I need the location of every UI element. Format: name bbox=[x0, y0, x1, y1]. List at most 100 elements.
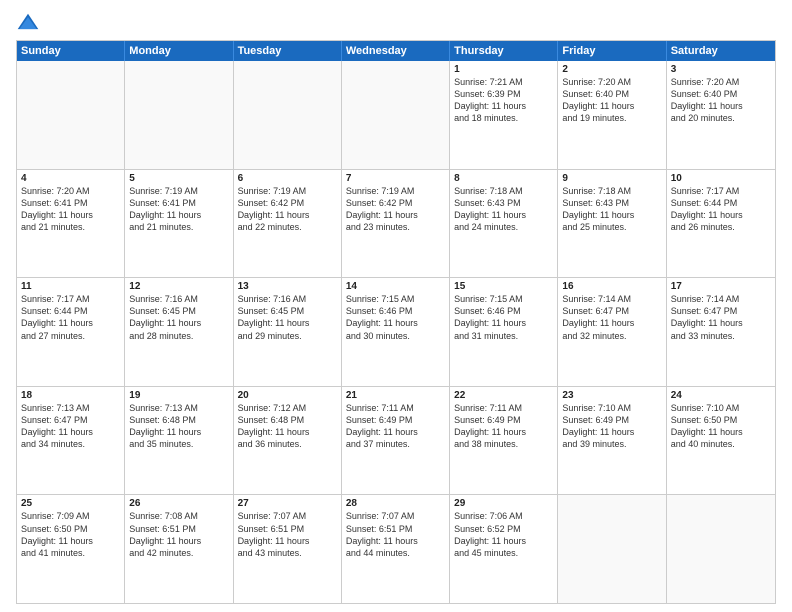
calendar-header: SundayMondayTuesdayWednesdayThursdayFrid… bbox=[17, 41, 775, 61]
cell-info: Sunrise: 7:08 AM Sunset: 6:51 PM Dayligh… bbox=[129, 510, 228, 559]
cell-info: Sunrise: 7:10 AM Sunset: 6:49 PM Dayligh… bbox=[562, 402, 661, 451]
calendar-cell: 8Sunrise: 7:18 AM Sunset: 6:43 PM Daylig… bbox=[450, 170, 558, 278]
day-number: 2 bbox=[562, 64, 661, 75]
cell-info: Sunrise: 7:07 AM Sunset: 6:51 PM Dayligh… bbox=[346, 510, 445, 559]
cell-info: Sunrise: 7:11 AM Sunset: 6:49 PM Dayligh… bbox=[454, 402, 553, 451]
calendar-cell bbox=[667, 495, 775, 603]
calendar-week: 25Sunrise: 7:09 AM Sunset: 6:50 PM Dayli… bbox=[17, 495, 775, 603]
cell-info: Sunrise: 7:18 AM Sunset: 6:43 PM Dayligh… bbox=[562, 185, 661, 234]
day-number: 7 bbox=[346, 173, 445, 184]
cell-info: Sunrise: 7:18 AM Sunset: 6:43 PM Dayligh… bbox=[454, 185, 553, 234]
calendar-cell: 24Sunrise: 7:10 AM Sunset: 6:50 PM Dayli… bbox=[667, 387, 775, 495]
day-number: 22 bbox=[454, 390, 553, 401]
cell-info: Sunrise: 7:20 AM Sunset: 6:40 PM Dayligh… bbox=[671, 76, 771, 125]
day-number: 6 bbox=[238, 173, 337, 184]
cell-info: Sunrise: 7:13 AM Sunset: 6:47 PM Dayligh… bbox=[21, 402, 120, 451]
calendar-cell: 23Sunrise: 7:10 AM Sunset: 6:49 PM Dayli… bbox=[558, 387, 666, 495]
calendar-cell: 4Sunrise: 7:20 AM Sunset: 6:41 PM Daylig… bbox=[17, 170, 125, 278]
calendar-cell: 11Sunrise: 7:17 AM Sunset: 6:44 PM Dayli… bbox=[17, 278, 125, 386]
cell-info: Sunrise: 7:10 AM Sunset: 6:50 PM Dayligh… bbox=[671, 402, 771, 451]
logo-icon bbox=[16, 12, 40, 36]
cell-info: Sunrise: 7:07 AM Sunset: 6:51 PM Dayligh… bbox=[238, 510, 337, 559]
calendar-cell: 21Sunrise: 7:11 AM Sunset: 6:49 PM Dayli… bbox=[342, 387, 450, 495]
day-number: 5 bbox=[129, 173, 228, 184]
calendar-cell bbox=[558, 495, 666, 603]
calendar-cell bbox=[17, 61, 125, 169]
calendar-cell: 16Sunrise: 7:14 AM Sunset: 6:47 PM Dayli… bbox=[558, 278, 666, 386]
calendar-cell: 22Sunrise: 7:11 AM Sunset: 6:49 PM Dayli… bbox=[450, 387, 558, 495]
calendar-body: 1Sunrise: 7:21 AM Sunset: 6:39 PM Daylig… bbox=[17, 61, 775, 603]
calendar-header-day: Thursday bbox=[450, 41, 558, 61]
header bbox=[16, 12, 776, 36]
calendar-cell: 18Sunrise: 7:13 AM Sunset: 6:47 PM Dayli… bbox=[17, 387, 125, 495]
day-number: 23 bbox=[562, 390, 661, 401]
calendar-cell: 29Sunrise: 7:06 AM Sunset: 6:52 PM Dayli… bbox=[450, 495, 558, 603]
day-number: 15 bbox=[454, 281, 553, 292]
calendar-cell bbox=[125, 61, 233, 169]
calendar-week: 11Sunrise: 7:17 AM Sunset: 6:44 PM Dayli… bbox=[17, 278, 775, 387]
logo bbox=[16, 12, 44, 36]
day-number: 24 bbox=[671, 390, 771, 401]
day-number: 25 bbox=[21, 498, 120, 509]
day-number: 18 bbox=[21, 390, 120, 401]
day-number: 26 bbox=[129, 498, 228, 509]
cell-info: Sunrise: 7:12 AM Sunset: 6:48 PM Dayligh… bbox=[238, 402, 337, 451]
calendar-cell: 13Sunrise: 7:16 AM Sunset: 6:45 PM Dayli… bbox=[234, 278, 342, 386]
day-number: 27 bbox=[238, 498, 337, 509]
cell-info: Sunrise: 7:11 AM Sunset: 6:49 PM Dayligh… bbox=[346, 402, 445, 451]
day-number: 16 bbox=[562, 281, 661, 292]
calendar-header-day: Tuesday bbox=[234, 41, 342, 61]
day-number: 17 bbox=[671, 281, 771, 292]
day-number: 1 bbox=[454, 64, 553, 75]
cell-info: Sunrise: 7:17 AM Sunset: 6:44 PM Dayligh… bbox=[21, 293, 120, 342]
calendar-cell: 19Sunrise: 7:13 AM Sunset: 6:48 PM Dayli… bbox=[125, 387, 233, 495]
page: SundayMondayTuesdayWednesdayThursdayFrid… bbox=[0, 0, 792, 612]
calendar-header-day: Sunday bbox=[17, 41, 125, 61]
day-number: 20 bbox=[238, 390, 337, 401]
cell-info: Sunrise: 7:21 AM Sunset: 6:39 PM Dayligh… bbox=[454, 76, 553, 125]
calendar-week: 4Sunrise: 7:20 AM Sunset: 6:41 PM Daylig… bbox=[17, 170, 775, 279]
cell-info: Sunrise: 7:13 AM Sunset: 6:48 PM Dayligh… bbox=[129, 402, 228, 451]
calendar-cell bbox=[342, 61, 450, 169]
calendar-cell: 3Sunrise: 7:20 AM Sunset: 6:40 PM Daylig… bbox=[667, 61, 775, 169]
calendar-cell: 9Sunrise: 7:18 AM Sunset: 6:43 PM Daylig… bbox=[558, 170, 666, 278]
day-number: 12 bbox=[129, 281, 228, 292]
day-number: 13 bbox=[238, 281, 337, 292]
calendar-cell bbox=[234, 61, 342, 169]
calendar-cell: 2Sunrise: 7:20 AM Sunset: 6:40 PM Daylig… bbox=[558, 61, 666, 169]
cell-info: Sunrise: 7:20 AM Sunset: 6:40 PM Dayligh… bbox=[562, 76, 661, 125]
cell-info: Sunrise: 7:14 AM Sunset: 6:47 PM Dayligh… bbox=[562, 293, 661, 342]
cell-info: Sunrise: 7:16 AM Sunset: 6:45 PM Dayligh… bbox=[238, 293, 337, 342]
calendar-header-day: Monday bbox=[125, 41, 233, 61]
calendar: SundayMondayTuesdayWednesdayThursdayFrid… bbox=[16, 40, 776, 604]
cell-info: Sunrise: 7:17 AM Sunset: 6:44 PM Dayligh… bbox=[671, 185, 771, 234]
calendar-cell: 6Sunrise: 7:19 AM Sunset: 6:42 PM Daylig… bbox=[234, 170, 342, 278]
day-number: 14 bbox=[346, 281, 445, 292]
calendar-cell: 7Sunrise: 7:19 AM Sunset: 6:42 PM Daylig… bbox=[342, 170, 450, 278]
calendar-week: 18Sunrise: 7:13 AM Sunset: 6:47 PM Dayli… bbox=[17, 387, 775, 496]
cell-info: Sunrise: 7:20 AM Sunset: 6:41 PM Dayligh… bbox=[21, 185, 120, 234]
day-number: 21 bbox=[346, 390, 445, 401]
day-number: 8 bbox=[454, 173, 553, 184]
cell-info: Sunrise: 7:15 AM Sunset: 6:46 PM Dayligh… bbox=[346, 293, 445, 342]
calendar-header-day: Saturday bbox=[667, 41, 775, 61]
day-number: 29 bbox=[454, 498, 553, 509]
calendar-header-day: Wednesday bbox=[342, 41, 450, 61]
calendar-cell: 20Sunrise: 7:12 AM Sunset: 6:48 PM Dayli… bbox=[234, 387, 342, 495]
day-number: 28 bbox=[346, 498, 445, 509]
calendar-cell: 25Sunrise: 7:09 AM Sunset: 6:50 PM Dayli… bbox=[17, 495, 125, 603]
day-number: 11 bbox=[21, 281, 120, 292]
calendar-cell: 17Sunrise: 7:14 AM Sunset: 6:47 PM Dayli… bbox=[667, 278, 775, 386]
cell-info: Sunrise: 7:19 AM Sunset: 6:42 PM Dayligh… bbox=[238, 185, 337, 234]
cell-info: Sunrise: 7:19 AM Sunset: 6:42 PM Dayligh… bbox=[346, 185, 445, 234]
day-number: 10 bbox=[671, 173, 771, 184]
calendar-cell: 1Sunrise: 7:21 AM Sunset: 6:39 PM Daylig… bbox=[450, 61, 558, 169]
cell-info: Sunrise: 7:16 AM Sunset: 6:45 PM Dayligh… bbox=[129, 293, 228, 342]
calendar-cell: 27Sunrise: 7:07 AM Sunset: 6:51 PM Dayli… bbox=[234, 495, 342, 603]
cell-info: Sunrise: 7:09 AM Sunset: 6:50 PM Dayligh… bbox=[21, 510, 120, 559]
day-number: 3 bbox=[671, 64, 771, 75]
calendar-cell: 26Sunrise: 7:08 AM Sunset: 6:51 PM Dayli… bbox=[125, 495, 233, 603]
calendar-cell: 12Sunrise: 7:16 AM Sunset: 6:45 PM Dayli… bbox=[125, 278, 233, 386]
day-number: 9 bbox=[562, 173, 661, 184]
calendar-cell: 10Sunrise: 7:17 AM Sunset: 6:44 PM Dayli… bbox=[667, 170, 775, 278]
